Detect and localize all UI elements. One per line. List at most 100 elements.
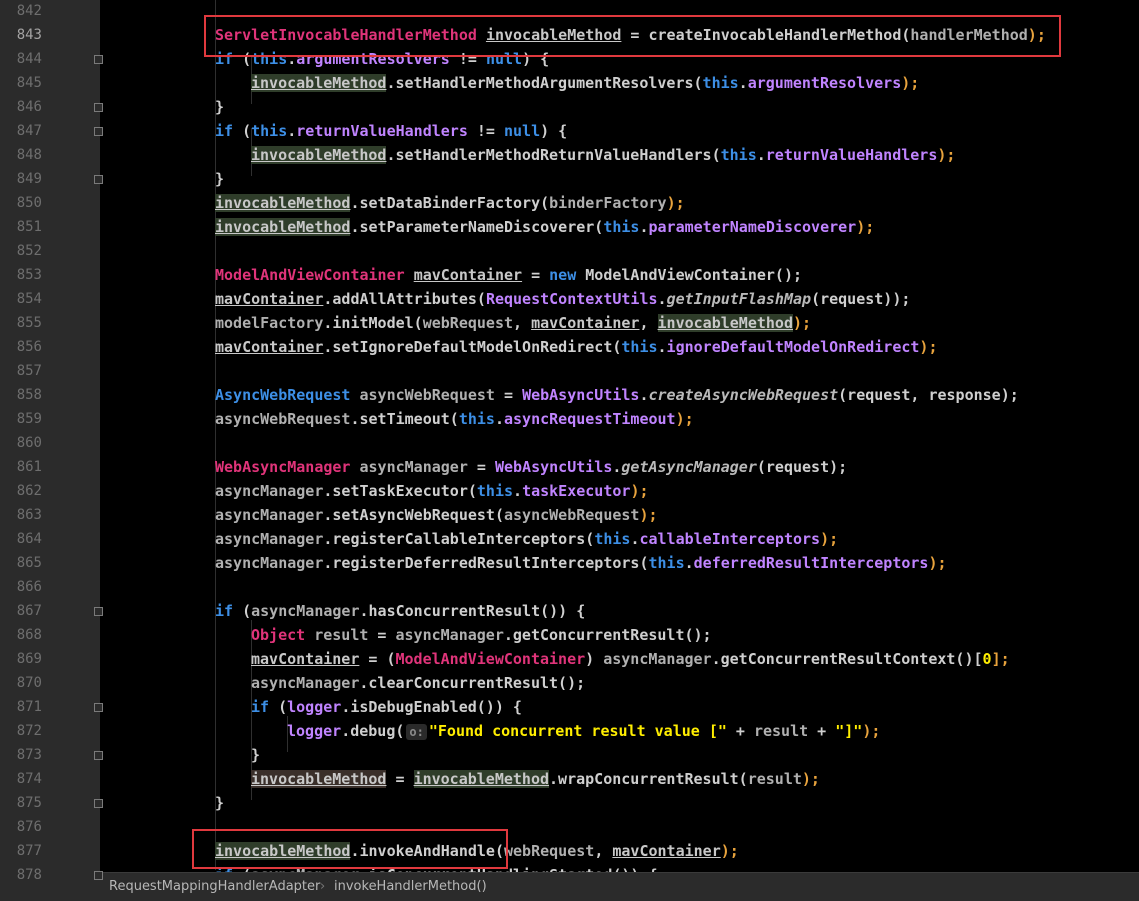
line-number[interactable]: 873 bbox=[0, 743, 42, 767]
code-line[interactable]: mavContainer.setIgnoreDefaultModelOnRedi… bbox=[215, 335, 937, 359]
line-number[interactable]: 871 bbox=[0, 695, 42, 719]
code-line[interactable]: logger.debug(o: "Found concurrent result … bbox=[287, 719, 880, 743]
code-token: , bbox=[513, 314, 532, 332]
breadcrumb-class[interactable]: RequestMappingHandlerAdapter bbox=[109, 873, 320, 901]
line-number[interactable]: 874 bbox=[0, 767, 42, 791]
line-number[interactable]: 862 bbox=[0, 479, 42, 503]
line-number[interactable]: 863 bbox=[0, 503, 42, 527]
line-number[interactable]: 848 bbox=[0, 143, 42, 167]
line-number[interactable]: 847 bbox=[0, 119, 42, 143]
line-number[interactable]: 853 bbox=[0, 263, 42, 287]
line-number[interactable]: 845 bbox=[0, 71, 42, 95]
line-number[interactable]: 865 bbox=[0, 551, 42, 575]
code-token: getAsyncManager bbox=[621, 458, 757, 476]
code-token: asyncManager bbox=[215, 530, 324, 548]
line-number[interactable]: 852 bbox=[0, 239, 42, 263]
code-token: this bbox=[603, 218, 640, 236]
code-line[interactable]: invocableMethod.setHandlerMethodReturnVa… bbox=[251, 143, 955, 167]
code-line[interactable]: ModelAndViewContainer mavContainer = new… bbox=[215, 263, 802, 287]
line-number[interactable]: 867 bbox=[0, 599, 42, 623]
line-number-gutter[interactable]: 842 843 844 845 846 847 848 849 850 851 852 853 854 8… bbox=[0, 0, 100, 901]
line-number[interactable]: 859 bbox=[0, 407, 42, 431]
line-number[interactable]: 855 bbox=[0, 311, 42, 335]
line-number[interactable]: 842 bbox=[0, 0, 42, 23]
line-number[interactable]: 851 bbox=[0, 215, 42, 239]
code-line[interactable]: AsyncWebRequest asyncWebRequest = WebAsy… bbox=[215, 383, 1019, 407]
code-token: .registerDeferredResultInterceptors( bbox=[323, 554, 649, 572]
fold-collapse-icon[interactable] bbox=[94, 799, 103, 808]
breadcrumb-method[interactable]: invokeHandlerMethod() bbox=[334, 873, 487, 901]
code-line[interactable]: invocableMethod.setParameterNameDiscover… bbox=[215, 215, 874, 239]
line-number[interactable]: 856 bbox=[0, 335, 42, 359]
code-line[interactable]: WebAsyncManager asyncManager = WebAsyncU… bbox=[215, 455, 847, 479]
fold-expand-icon[interactable] bbox=[94, 55, 103, 64]
code-line[interactable]: modelFactory.initModel(webRequest, mavCo… bbox=[215, 311, 811, 335]
code-line[interactable]: if (asyncManager.hasConcurrentResult()) … bbox=[215, 599, 585, 623]
code-token: invocableMethod bbox=[215, 194, 351, 212]
fold-collapse-icon[interactable] bbox=[94, 751, 103, 760]
code-line[interactable]: } bbox=[215, 95, 224, 119]
line-number[interactable]: 872 bbox=[0, 719, 42, 743]
code-line[interactable]: asyncManager.registerDeferredResultInter… bbox=[215, 551, 947, 575]
line-number[interactable]: 870 bbox=[0, 671, 42, 695]
code-line[interactable]: Object result = asyncManager.getConcurre… bbox=[251, 623, 712, 647]
code-token: if bbox=[251, 698, 270, 716]
line-number[interactable]: 846 bbox=[0, 95, 42, 119]
code-token: WebAsyncUtils bbox=[494, 458, 613, 476]
line-number[interactable]: 860 bbox=[0, 431, 42, 455]
code-line[interactable]: if (logger.isDebugEnabled()) { bbox=[251, 695, 522, 719]
line-number[interactable]: 861 bbox=[0, 455, 42, 479]
code-line[interactable]: asyncManager.clearConcurrentResult(); bbox=[251, 671, 585, 695]
code-token: asyncManager bbox=[603, 650, 712, 668]
line-number[interactable]: 875 bbox=[0, 791, 42, 815]
code-token: .addAllAttributes( bbox=[323, 290, 486, 308]
code-token: mavContainer bbox=[215, 290, 324, 308]
code-token: ); bbox=[820, 530, 839, 548]
code-line[interactable]: } bbox=[215, 167, 224, 191]
line-number[interactable]: 876 bbox=[0, 815, 42, 839]
code-line[interactable]: if (this.returnValueHandlers != null) { bbox=[215, 119, 567, 143]
fold-collapse-icon[interactable] bbox=[94, 175, 103, 184]
code-line[interactable]: invocableMethod.setDataBinderFactory(bin… bbox=[215, 191, 685, 215]
line-number[interactable]: 844 bbox=[0, 47, 42, 71]
code-line[interactable]: mavContainer.addAllAttributes(RequestCon… bbox=[215, 287, 910, 311]
line-number[interactable]: 858 bbox=[0, 383, 42, 407]
code-line[interactable]: invocableMethod = invocableMethod.wrapCo… bbox=[251, 767, 820, 791]
fold-expand-icon[interactable] bbox=[94, 703, 103, 712]
code-token: = bbox=[494, 386, 523, 404]
code-token: asyncManager bbox=[215, 482, 324, 500]
line-number[interactable]: 864 bbox=[0, 527, 42, 551]
line-number[interactable]: 869 bbox=[0, 647, 42, 671]
line-number[interactable]: 877 bbox=[0, 839, 42, 863]
code-line[interactable]: asyncWebRequest.setTimeout(this.asyncReq… bbox=[215, 407, 694, 431]
code-line[interactable]: asyncManager.setAsyncWebRequest(asyncWeb… bbox=[215, 503, 658, 527]
fold-expand-icon[interactable] bbox=[94, 127, 103, 136]
code-editor[interactable]: ServletInvocableHandlerMethod invocableM… bbox=[100, 0, 1139, 901]
code-token: logger bbox=[287, 698, 342, 716]
code-token: .setHandlerMethodArgumentResolvers( bbox=[386, 74, 703, 92]
line-number[interactable]: 857 bbox=[0, 359, 42, 383]
fold-expand-icon[interactable] bbox=[94, 607, 103, 616]
fold-collapse-icon[interactable] bbox=[94, 103, 103, 112]
code-token: .setHandlerMethodReturnValueHandlers( bbox=[386, 146, 721, 164]
code-line[interactable]: } bbox=[251, 743, 260, 767]
code-token: ); bbox=[862, 722, 881, 740]
code-line[interactable]: asyncManager.setTaskExecutor(this.taskEx… bbox=[215, 479, 649, 503]
line-number[interactable]: 850 bbox=[0, 191, 42, 215]
line-number[interactable]: 866 bbox=[0, 575, 42, 599]
code-token: ); bbox=[666, 194, 685, 212]
line-number[interactable]: 854 bbox=[0, 287, 42, 311]
line-number[interactable]: 868 bbox=[0, 623, 42, 647]
line-number[interactable]: 843 bbox=[0, 23, 42, 47]
fold-expand-icon[interactable] bbox=[94, 871, 103, 880]
code-line[interactable]: } bbox=[215, 791, 224, 815]
code-token: = bbox=[522, 266, 550, 284]
highlight-box-line-843 bbox=[204, 15, 1061, 57]
code-line[interactable]: asyncManager.registerCallableInterceptor… bbox=[215, 527, 838, 551]
line-number[interactable]: 878 bbox=[0, 863, 42, 887]
code-token: . bbox=[657, 338, 667, 356]
line-number[interactable]: 849 bbox=[0, 167, 42, 191]
code-token: .getConcurrentResultContext()[ bbox=[711, 650, 983, 668]
code-line[interactable]: invocableMethod.setHandlerMethodArgument… bbox=[251, 71, 919, 95]
code-line[interactable]: mavContainer = (ModelAndViewContainer) a… bbox=[251, 647, 1010, 671]
